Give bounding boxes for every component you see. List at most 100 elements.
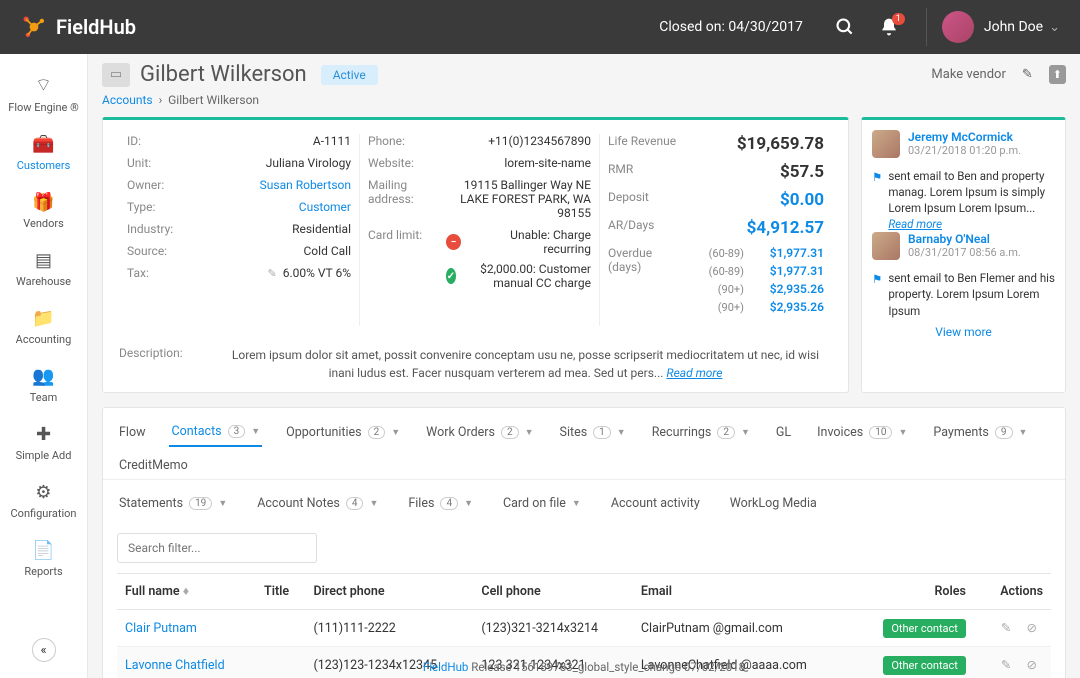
tab-count: 4 xyxy=(346,497,364,510)
tab-count: 10 xyxy=(869,426,892,439)
overdue-amount[interactable]: $1,977.31 xyxy=(754,246,824,260)
topbar: FieldHub Closed on: 04/30/2017 1 John Do… xyxy=(0,0,1080,54)
search-icon[interactable] xyxy=(835,17,855,37)
chevron-down-icon: ▼ xyxy=(572,498,581,509)
sidebar-item-reports[interactable]: 📄Reports xyxy=(0,530,87,588)
mailing-value: 19115 Ballinger Way NE LAKE FOREST PARK,… xyxy=(446,178,591,220)
tab-work-orders[interactable]: Work Orders2▼ xyxy=(424,418,535,446)
sidebar-item-flow-engine[interactable]: ⌔Flow Engine ® xyxy=(0,64,87,124)
tab-count: 3 xyxy=(228,425,246,438)
collapse-sidebar-icon[interactable]: « xyxy=(32,638,56,662)
tab-payments[interactable]: Payments9▼ xyxy=(931,418,1029,446)
breadcrumb-root[interactable]: Accounts xyxy=(102,93,153,107)
overdue-amount[interactable]: $2,935.26 xyxy=(754,282,824,296)
tab-count: 4 xyxy=(440,497,458,510)
footer-brand[interactable]: FieldHub xyxy=(423,660,469,674)
upload-icon[interactable]: ⬆ xyxy=(1049,65,1066,84)
sidebar-item-team[interactable]: 👥Team xyxy=(0,356,87,414)
make-vendor-link[interactable]: Make vendor xyxy=(931,67,1005,82)
tax-value: ✎6.00% VT 6% xyxy=(205,266,351,280)
view-more-link[interactable]: View more xyxy=(872,319,1055,345)
tab-worklog-media[interactable]: WorkLog Media xyxy=(728,490,819,517)
life-revenue-value: $19,659.78 xyxy=(686,134,824,154)
tab-count: 9 xyxy=(995,426,1013,439)
brand-logo[interactable]: FieldHub xyxy=(20,13,136,41)
sort-icon: ♦ xyxy=(183,584,189,599)
edit-row-icon[interactable]: ✎ xyxy=(1001,621,1011,636)
tab-card-on-file[interactable]: Card on file▼ xyxy=(501,490,583,517)
gift-icon: 🎁 xyxy=(4,192,83,213)
logo-icon xyxy=(20,13,48,41)
chevron-down-icon: ▼ xyxy=(898,427,907,438)
search-input[interactable] xyxy=(117,533,317,563)
page-title: Gilbert Wilkerson xyxy=(140,62,307,87)
tab-count: 19 xyxy=(189,497,212,510)
flag-icon: ⚑ xyxy=(872,169,882,232)
activity-name[interactable]: Jeremy McCormick xyxy=(908,130,1055,144)
deposit-value[interactable]: $0.00 xyxy=(686,190,824,210)
contact-name-link[interactable]: Clair Putnam xyxy=(125,621,197,636)
chevron-down-icon: ▼ xyxy=(741,427,750,438)
col-cphone[interactable]: Cell phone xyxy=(473,574,633,610)
activity-item: Barnaby O'Neal 08/31/2017 08:56 a.m. xyxy=(872,232,1055,260)
col-fullname[interactable]: Full name ♦ xyxy=(117,574,256,610)
tab-creditmemo[interactable]: CreditMemo xyxy=(117,452,190,479)
bell-icon[interactable]: 1 xyxy=(879,17,899,37)
chevron-down-icon: ▼ xyxy=(525,427,534,438)
tab-sites[interactable]: Sites1▼ xyxy=(558,418,628,446)
edit-tax-icon[interactable]: ✎ xyxy=(268,267,277,280)
sidebar: ⌔Flow Engine ® 🧰Customers 🎁Vendors ▤Ware… xyxy=(0,54,88,678)
role-badge: Other contact xyxy=(883,619,966,638)
unlink-row-icon[interactable]: ⊘ xyxy=(1027,621,1037,636)
tab-gl[interactable]: GL xyxy=(774,418,793,446)
chevron-down-icon: ▼ xyxy=(218,498,227,509)
check-icon: ✓ xyxy=(446,268,456,284)
tab-statements[interactable]: Statements19▼ xyxy=(117,490,229,517)
overdue-amount[interactable]: $1,977.31 xyxy=(754,264,824,278)
sidebar-item-customers[interactable]: 🧰Customers xyxy=(0,124,87,182)
owner-value[interactable]: Susan Robertson xyxy=(205,178,351,192)
username: John Doe xyxy=(984,19,1043,35)
read-more-link[interactable]: Read more xyxy=(666,366,722,380)
activity-card: Jeremy McCormick 03/21/2018 01:20 p.m. ⚑… xyxy=(861,117,1066,393)
tab-files[interactable]: Files4▼ xyxy=(406,490,475,517)
user-avatar[interactable] xyxy=(942,11,974,43)
rmr-value: $57.5 xyxy=(686,162,824,182)
sidebar-item-accounting[interactable]: 📁Accounting xyxy=(0,298,87,356)
error-icon: − xyxy=(446,234,461,250)
read-more-link[interactable]: Read more xyxy=(888,217,942,231)
tab-count: 1 xyxy=(593,426,611,439)
edit-icon[interactable]: ✎ xyxy=(1022,67,1033,82)
activity-time: 08/31/2017 08:56 a.m. xyxy=(908,246,1055,259)
source-value: Cold Call xyxy=(205,244,351,258)
sidebar-item-configuration[interactable]: ⚙Configuration xyxy=(0,472,87,530)
file-icon: 📄 xyxy=(4,540,83,561)
tab-account-activity[interactable]: Account activity xyxy=(609,490,702,517)
sidebar-item-warehouse[interactable]: ▤Warehouse xyxy=(0,240,87,298)
ardays-value[interactable]: $4,912.57 xyxy=(686,218,824,238)
col-email[interactable]: Email xyxy=(633,574,852,610)
overdue-amount[interactable]: $2,935.26 xyxy=(754,300,824,314)
col-title[interactable]: Title xyxy=(256,574,305,610)
sidebar-item-vendors[interactable]: 🎁Vendors xyxy=(0,182,87,240)
activity-name[interactable]: Barnaby O'Neal xyxy=(908,232,1055,246)
chevron-down-icon: ▼ xyxy=(464,498,473,509)
col-roles[interactable]: Roles xyxy=(852,574,974,610)
activity-avatar xyxy=(872,232,900,260)
chevron-down-icon: ▼ xyxy=(1019,427,1028,438)
col-dphone[interactable]: Direct phone xyxy=(305,574,473,610)
chevron-down-icon: ▼ xyxy=(369,498,378,509)
tab-invoices[interactable]: Invoices10▼ xyxy=(815,418,909,446)
user-dropdown-icon[interactable]: ⌄ xyxy=(1049,20,1060,35)
tabs-card: FlowContacts3▼Opportunities2▼Work Orders… xyxy=(102,407,1066,678)
activity-message: ⚑ sent email to Ben and property manag. … xyxy=(872,168,1055,232)
sidebar-item-simple-add[interactable]: ✚Simple Add xyxy=(0,414,87,472)
type-value[interactable]: Customer xyxy=(205,200,351,214)
tab-account-notes[interactable]: Account Notes4▼ xyxy=(255,490,380,517)
tab-contacts[interactable]: Contacts3▼ xyxy=(169,418,262,447)
tab-flow[interactable]: Flow xyxy=(117,418,147,446)
tab-count: 2 xyxy=(501,426,519,439)
tab-opportunities[interactable]: Opportunities2▼ xyxy=(284,418,402,446)
tab-recurrings[interactable]: Recurrings2▼ xyxy=(650,418,752,446)
unit-value: Juliana Virology xyxy=(205,156,351,170)
